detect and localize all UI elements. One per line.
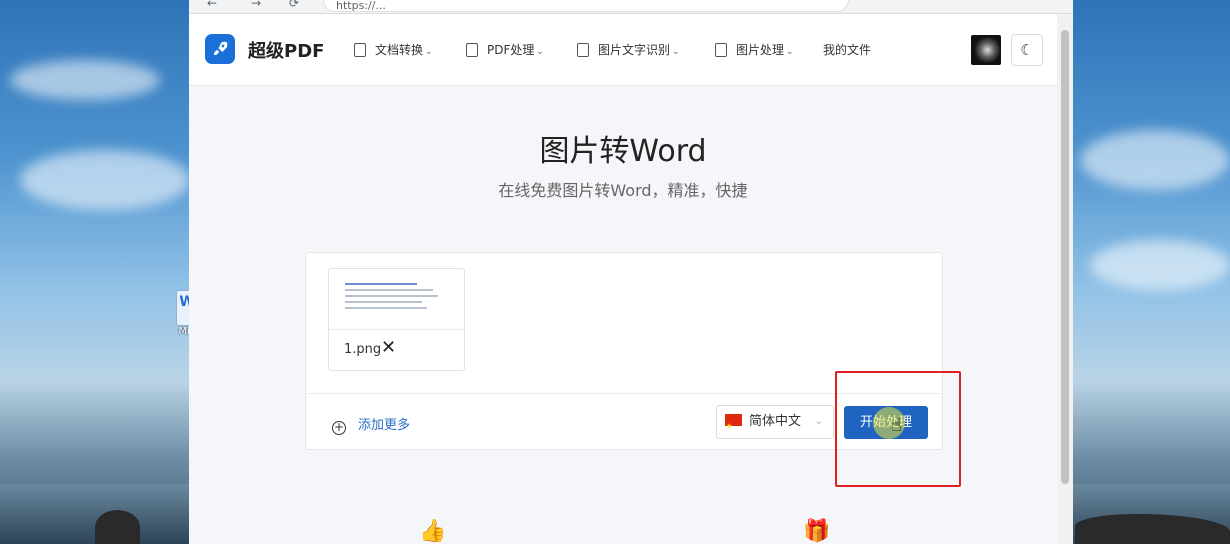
page-title: 图片转Word xyxy=(539,134,707,169)
chevron-down-icon: ⌄ xyxy=(536,47,544,57)
nav-ocr[interactable]: 图片文字识别 ⌄ xyxy=(577,41,680,58)
reload-icon[interactable]: ⟳ xyxy=(289,0,299,10)
chevron-down-icon: ⌄ xyxy=(672,47,680,57)
chevron-down-icon: ⌄ xyxy=(814,416,823,427)
brand-name[interactable]: 超级PDF xyxy=(248,37,324,63)
nav-label: 图片处理 xyxy=(736,43,785,57)
nav-label: 图片文字识别 xyxy=(598,43,671,57)
nav-label: PDF处理 xyxy=(487,43,535,57)
add-more-button[interactable]: + 添加更多 xyxy=(332,414,410,435)
forward-icon[interactable]: → xyxy=(251,0,261,10)
moon-icon[interactable]: ☾ xyxy=(1011,34,1043,66)
close-icon[interactable]: ✕ xyxy=(381,337,396,359)
gift-icon: 🎁 xyxy=(803,519,831,544)
chevron-down-icon: ⌄ xyxy=(786,47,794,57)
file-preview-image xyxy=(329,269,464,330)
chevron-down-icon: ⌄ xyxy=(425,47,433,57)
nav-label: 我的文件 xyxy=(823,43,872,57)
pdf-icon xyxy=(466,43,478,57)
top-navigation: 超级PDF 文档转换 ⌄ PDF处理 ⌄ 图片文字识别 ⌄ 图片处理 ⌄ 我的文件 ☾ xyxy=(189,14,1057,86)
nav-pdf-process[interactable]: PDF处理 ⌄ xyxy=(466,41,544,58)
wallpaper-cloud xyxy=(1080,130,1230,190)
annotation-highlight-box xyxy=(835,371,961,487)
nav-image-process[interactable]: 图片处理 ⌄ xyxy=(715,41,794,58)
browser-toolbar: ← → ⟳ https://... xyxy=(189,0,1073,14)
document-icon xyxy=(354,43,366,57)
thumbs-up-icon: 👍 xyxy=(419,519,447,544)
plus-circle-icon: + xyxy=(332,420,346,435)
scan-icon xyxy=(577,43,589,57)
china-flag-icon xyxy=(725,410,742,442)
nav-label: 文档转换 xyxy=(375,43,424,57)
avatar[interactable] xyxy=(971,35,1001,65)
wallpaper-cloud xyxy=(10,60,160,100)
image-file-icon xyxy=(715,43,727,57)
add-more-label: 添加更多 xyxy=(358,418,411,433)
rocket-icon[interactable] xyxy=(205,34,235,64)
back-icon[interactable]: ← xyxy=(207,0,217,10)
page-scrollbar[interactable] xyxy=(1057,14,1073,544)
wallpaper-cloud xyxy=(1090,240,1230,290)
scrollbar-thumb[interactable] xyxy=(1061,30,1069,484)
wallpaper-person xyxy=(95,510,140,544)
language-value: 简体中文 xyxy=(749,414,802,429)
file-thumbnail-card: 1.png ✕ xyxy=(328,268,465,371)
nav-doc-convert[interactable]: 文档转换 ⌄ xyxy=(354,41,433,58)
page-subtitle: 在线免费图片转Word，精准，快捷 xyxy=(498,181,748,200)
language-select[interactable]: 简体中文 ⌄ xyxy=(716,405,834,442)
address-bar[interactable]: https://... xyxy=(323,0,849,12)
nav-my-files[interactable]: 我的文件 xyxy=(823,41,871,58)
file-name: 1.png xyxy=(344,342,382,357)
wallpaper-cloud xyxy=(20,150,190,210)
